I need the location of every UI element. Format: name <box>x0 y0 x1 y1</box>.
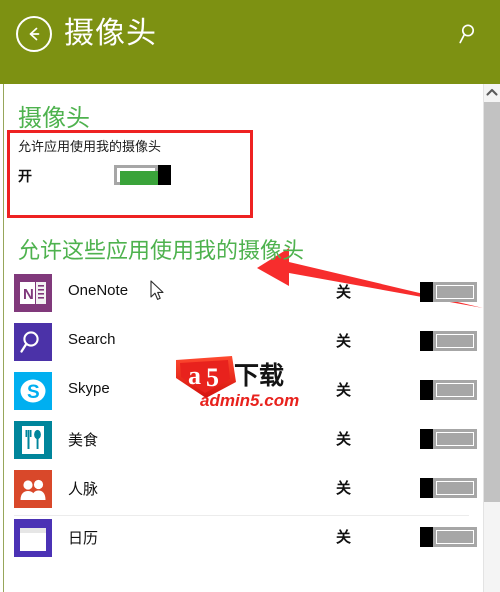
people-icon <box>14 470 52 508</box>
app-permission-row: 美食 关 <box>0 419 480 468</box>
app-state-text: 关 <box>336 382 352 399</box>
skype-icon: S <box>14 372 52 410</box>
master-camera-toggle[interactable] <box>114 165 171 185</box>
app-toggle-wrap <box>420 380 477 400</box>
app-permission-toggle[interactable] <box>420 282 477 302</box>
scrollbar-thumb[interactable] <box>484 102 500 502</box>
app-state-text: 关 <box>336 529 352 546</box>
search-app-icon <box>14 323 52 361</box>
toggle-track <box>114 165 158 185</box>
calendar-icon <box>14 519 52 557</box>
app-name-label: Skype <box>68 380 110 397</box>
app-toggle-wrap <box>420 331 477 351</box>
toggle-knob <box>158 165 171 185</box>
toggle-knob <box>420 429 433 449</box>
back-button[interactable] <box>16 16 52 52</box>
app-permission-row: 人脉 关 <box>0 468 480 517</box>
app-state-text: 关 <box>336 480 352 497</box>
master-setting-label: 允许应用使用我的摄像头 <box>18 139 162 154</box>
app-toggle-wrap <box>420 429 477 449</box>
toggle-knob <box>420 527 433 547</box>
app-state-text: 关 <box>336 284 352 301</box>
app-permission-row: N OneNote 关 <box>0 272 480 321</box>
svg-text:S: S <box>27 382 40 403</box>
settings-camera-page: 摄像头 摄像头 允许应用使用我的摄像头 开 允许这些应用使用我的摄像头 N On… <box>0 0 500 592</box>
master-state-text: 开 <box>18 168 32 184</box>
chevron-up-icon <box>486 88 498 96</box>
toggle-knob <box>420 380 433 400</box>
master-setting-row: 开 <box>18 165 248 187</box>
toggle-track <box>433 380 477 400</box>
app-permission-toggle[interactable] <box>420 331 477 351</box>
app-permission-row: Search 关 <box>0 321 480 370</box>
app-name-label: Search <box>68 331 116 348</box>
scrollbar-up-button[interactable] <box>484 84 500 101</box>
onenote-icon: N <box>14 274 52 312</box>
app-permission-toggle[interactable] <box>420 429 477 449</box>
app-name-label: 人脉 <box>68 481 99 498</box>
app-state-text: 关 <box>336 333 352 350</box>
app-permission-row: 日历 关 <box>0 517 480 566</box>
master-camera-setting: 允许应用使用我的摄像头 开 <box>18 138 248 187</box>
app-permission-row: S Skype 关 <box>0 370 480 419</box>
app-name-label: 日历 <box>68 530 99 547</box>
toggle-knob <box>420 331 433 351</box>
page-title: 摄像头 <box>64 17 157 50</box>
svg-text:N: N <box>23 286 34 303</box>
app-state-text: 关 <box>336 431 352 448</box>
vertical-scrollbar[interactable] <box>483 84 500 592</box>
toggle-knob <box>420 478 433 498</box>
app-name-label: 美食 <box>68 432 99 449</box>
app-toggle-wrap <box>420 527 477 547</box>
section-title-camera: 摄像头 <box>18 105 90 132</box>
app-permission-toggle[interactable] <box>420 478 477 498</box>
page-header: 摄像头 <box>0 0 500 84</box>
list-separator <box>14 515 469 516</box>
toggle-track <box>433 429 477 449</box>
app-toggle-wrap <box>420 478 477 498</box>
toggle-track <box>433 331 477 351</box>
toggle-knob <box>420 282 433 302</box>
search-icon[interactable] <box>456 20 484 48</box>
toggle-track <box>433 527 477 547</box>
food-fork-spoon-icon <box>14 421 52 459</box>
settings-content: 摄像头 允许应用使用我的摄像头 开 允许这些应用使用我的摄像头 N OneNot… <box>0 84 500 592</box>
section-title-apps: 允许这些应用使用我的摄像头 <box>18 238 305 263</box>
toggle-track <box>433 478 477 498</box>
search-glyph <box>459 24 475 44</box>
toggle-fill <box>120 171 158 185</box>
app-permission-toggle[interactable] <box>420 380 477 400</box>
app-name-label: OneNote <box>68 282 129 299</box>
arrow-left-circle-icon <box>29 27 40 41</box>
app-toggle-wrap <box>420 282 477 302</box>
toggle-track <box>433 282 477 302</box>
app-permission-toggle[interactable] <box>420 527 477 547</box>
